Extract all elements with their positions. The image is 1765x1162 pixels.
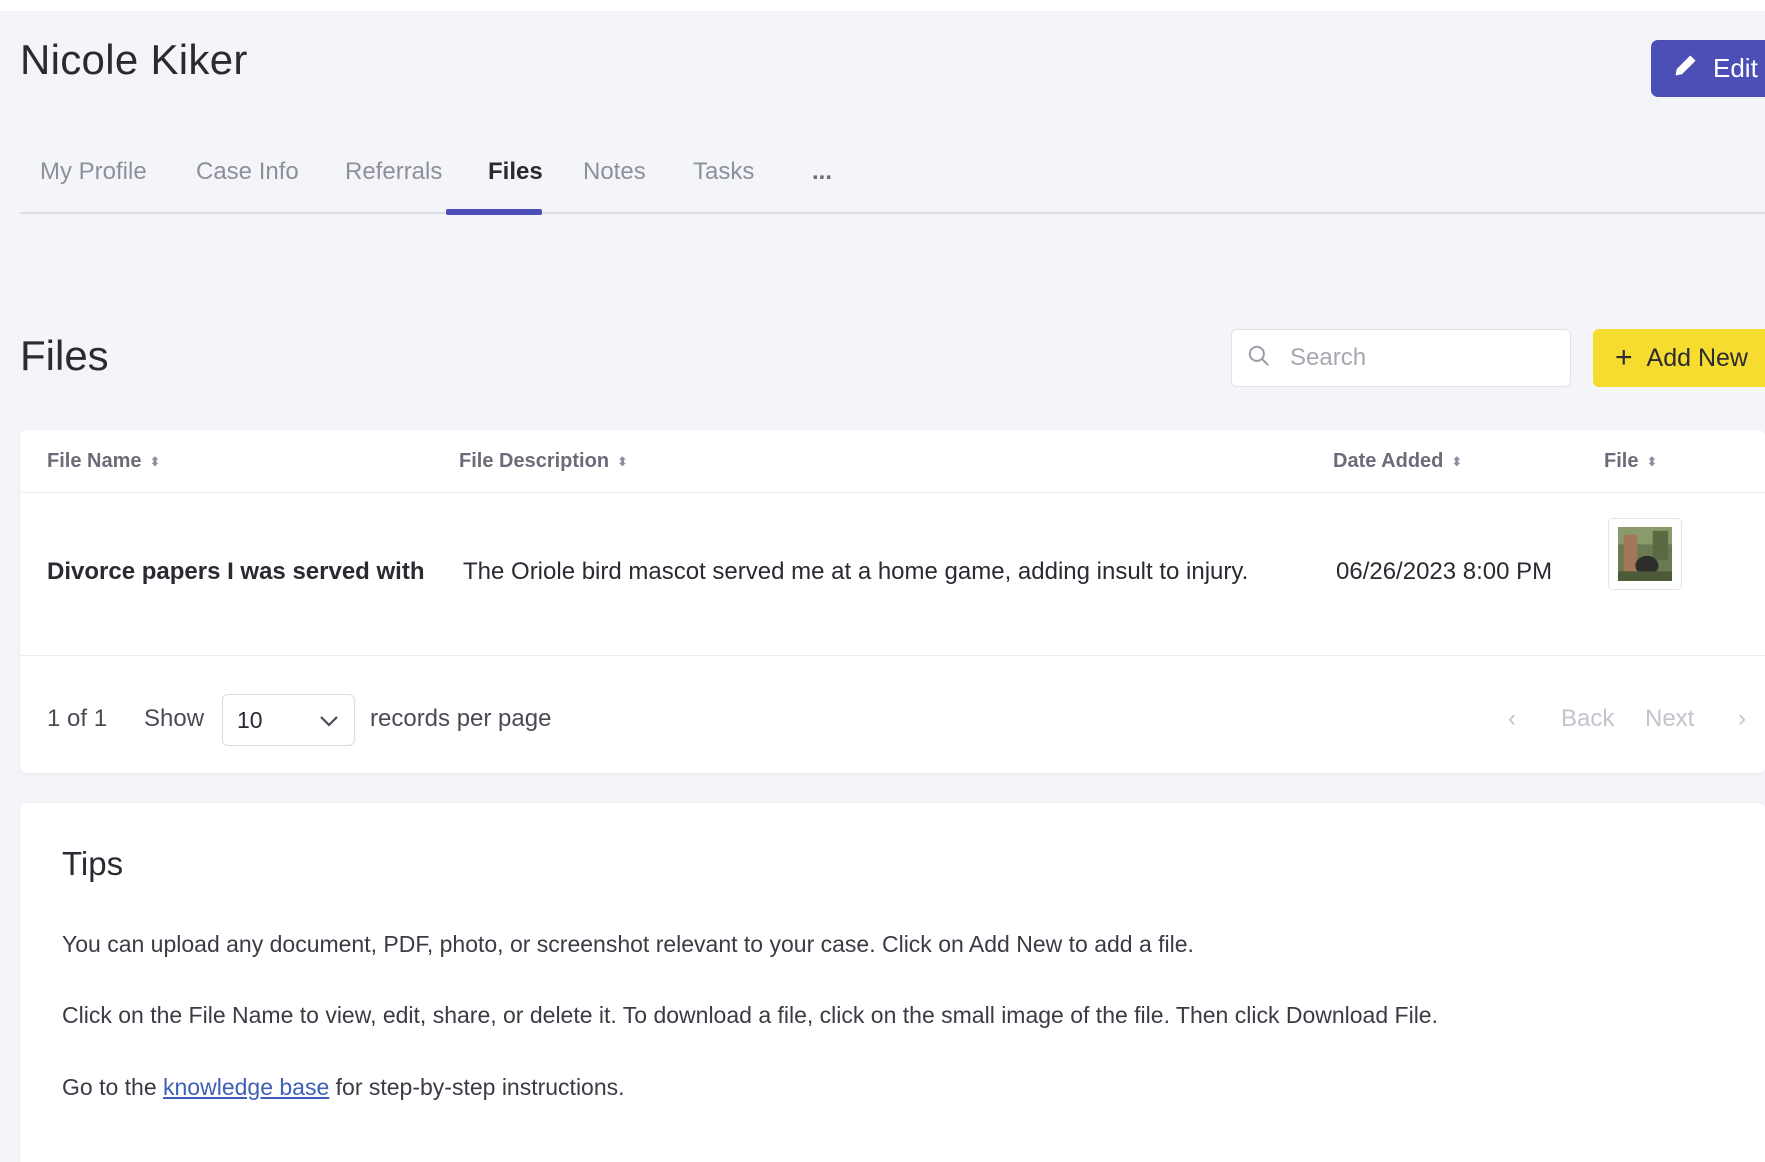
tab-bar: My Profile Case Info Referrals Files Not… [20,150,1765,216]
column-label: Date Added [1333,450,1444,472]
photo-thumbnail-icon [1618,527,1672,581]
page: Nicole Kiker Edit My Profile Case Info R… [0,0,1765,1162]
page-title: Nicole Kiker [20,36,248,83]
files-table: File Name ⬍ File Description ⬍ Date Adde… [20,430,1765,773]
tab-divider [20,212,1765,214]
chevron-right-icon[interactable]: › [1738,705,1746,733]
sort-icon: ⬍ [617,454,628,469]
tab-files[interactable]: Files [488,150,543,214]
column-label: File [1604,450,1639,472]
add-new-button[interactable]: + Add New [1593,329,1765,387]
page-size-select[interactable]: 10 [222,694,355,746]
page-size-value: 10 [237,706,263,733]
tip-line-2: Click on the File Name to view, edit, sh… [62,1002,1438,1028]
tip-line-3-prefix: Go to the [62,1074,164,1100]
column-label: File Description [459,450,610,472]
edit-button[interactable]: Edit [1651,40,1765,97]
header-divider [20,492,1765,493]
search-input[interactable] [1290,344,1540,372]
tab-my-profile[interactable]: My Profile [40,150,147,214]
search-box [1231,329,1571,387]
plus-icon: + [1615,341,1633,374]
tab-referrals[interactable]: Referrals [345,150,442,214]
file-thumbnail[interactable] [1608,518,1682,590]
top-strip [0,0,1765,11]
row-divider [20,655,1765,656]
knowledge-base-link[interactable]: knowledge base [163,1074,329,1100]
edit-button-label: Edit [1713,53,1758,83]
column-header-file-name[interactable]: File Name ⬍ [47,450,160,473]
page-info: 1 of 1 [47,705,108,732]
tip-line-1: You can upload any document, PDF, photo,… [62,931,1194,957]
file-description: The Oriole bird mascot served me at a ho… [463,558,1249,585]
next-button[interactable]: Next [1645,705,1694,733]
column-header-date-added[interactable]: Date Added ⬍ [1333,450,1462,473]
date-added: 06/26/2023 8:00 PM [1336,558,1553,585]
tips-card: Tips You can upload any document, PDF, p… [20,803,1765,1162]
back-button[interactable]: Back [1561,705,1614,733]
section-title: Files [20,332,109,379]
chevron-down-icon [318,707,340,734]
tab-tasks[interactable]: Tasks [693,150,754,214]
column-label: File Name [47,450,142,472]
tab-case-info[interactable]: Case Info [196,150,299,214]
tips-title: Tips [62,845,124,882]
column-header-file-description[interactable]: File Description ⬍ [459,450,628,473]
file-name-link[interactable]: Divorce papers I was served with [47,558,425,586]
more-tabs-button[interactable]: ... [812,150,832,214]
sort-icon: ⬍ [1646,454,1658,469]
tab-notes[interactable]: Notes [583,150,646,214]
active-tab-indicator [446,209,542,215]
tip-line-3-suffix: for step-by-step instructions. [329,1074,625,1100]
pencil-icon [1673,52,1699,85]
tip-line-3: Go to the knowledge base for step-by-ste… [62,1074,625,1101]
add-new-label: Add New [1646,343,1748,372]
column-header-file[interactable]: File ⬍ [1604,450,1657,473]
search-icon [1246,343,1272,374]
chevron-left-icon[interactable]: ‹ [1508,705,1516,733]
sort-icon: ⬍ [149,454,161,469]
sort-icon: ⬍ [1451,454,1463,469]
show-label: Show [144,705,205,732]
per-page-label: records per page [370,705,552,732]
